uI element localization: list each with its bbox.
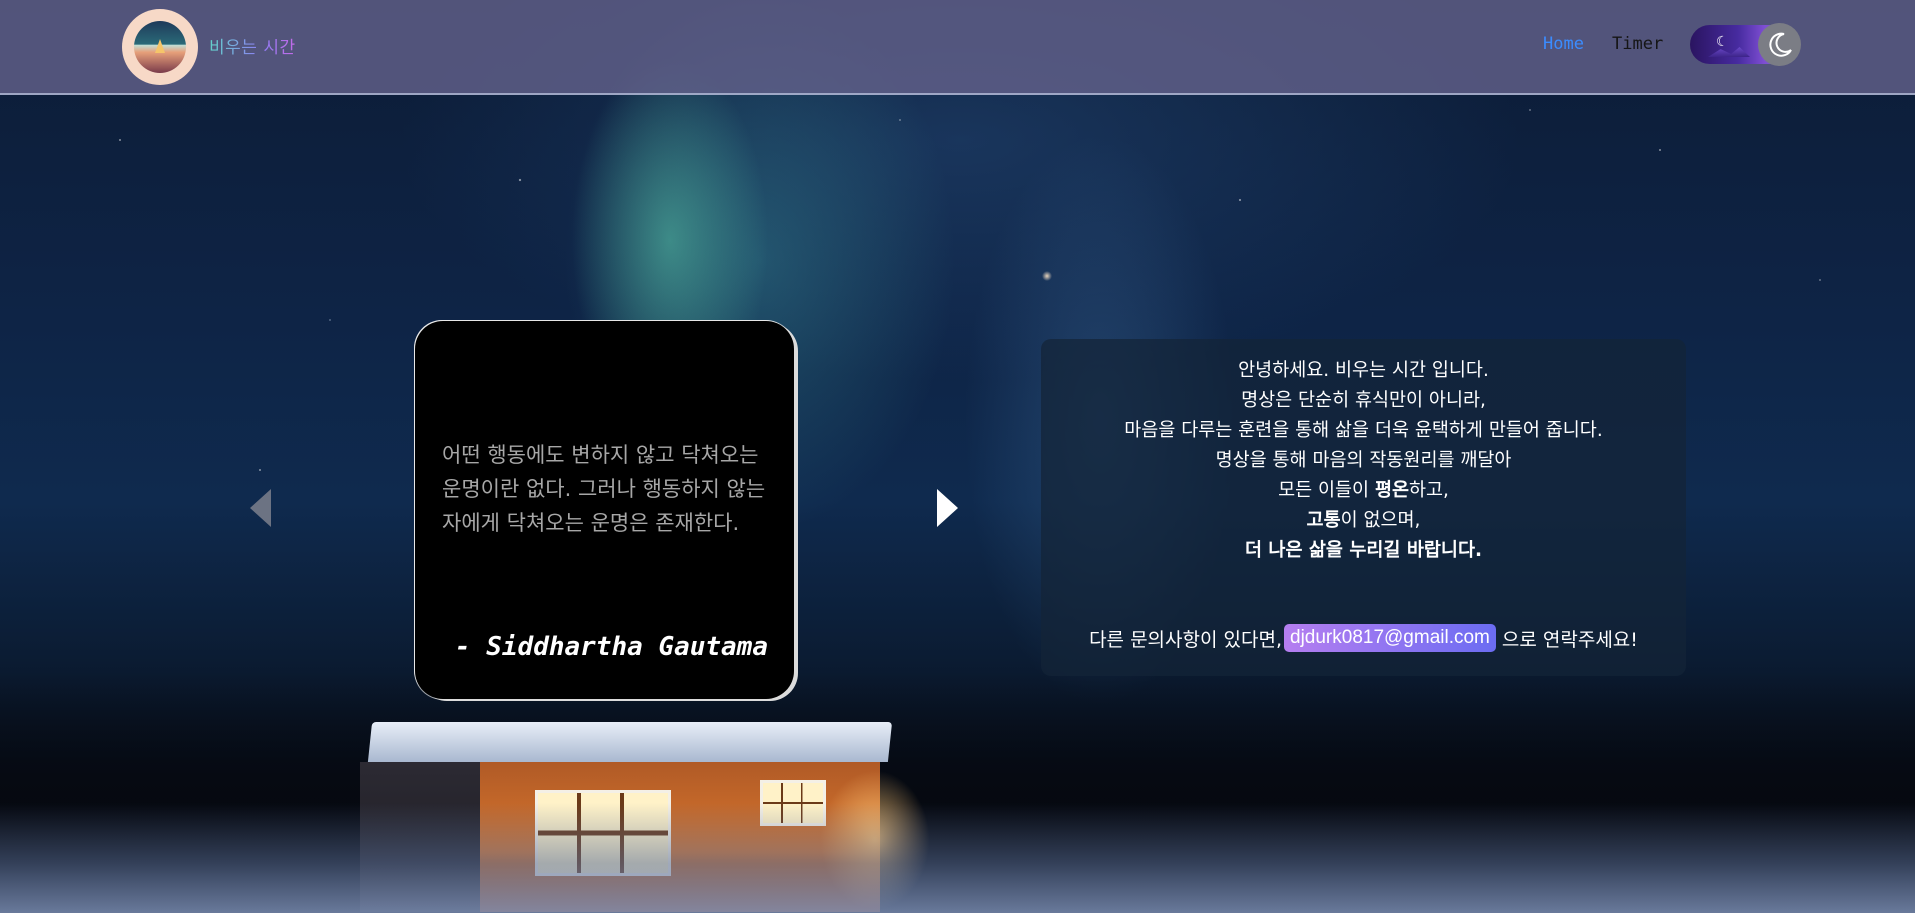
quote-author: - Siddhartha Gautama [454, 632, 768, 662]
email-link[interactable]: djdurk0817@gmail.com [1284, 624, 1496, 652]
intro-line: 모든 이들이 평온하고, [1041, 476, 1686, 506]
nav-link-home[interactable]: Home [1543, 34, 1584, 54]
intro-panel: 안녕하세요. 비우는 시간 입니다. 명상은 단순히 휴식만이 아니라, 마음을… [1041, 339, 1686, 676]
intro-emphasis: 고통 [1306, 510, 1341, 531]
theme-toggle[interactable]: ☾ [1690, 23, 1801, 66]
intro-emphasis: 더 나은 삶을 누리길 바랍니다. [1244, 540, 1483, 561]
intro-text: 이 없으며, [1340, 510, 1421, 531]
intro-line: 명상은 단순히 휴식만이 아니라, [1241, 390, 1486, 411]
intro-line: 안녕하세요. 비우는 시간 입니다. [1238, 360, 1489, 381]
intro-text: 모든 이들이 [1278, 480, 1375, 501]
contact-line: 다른 문의사항이 있다면, djdurk0817@gmail.com 으로 연락… [1041, 624, 1686, 652]
contact-text: 으로 연락주세요! [1501, 628, 1638, 651]
intro-line: 명상을 통해 마음의 작동원리를 깨달아 [1215, 450, 1512, 471]
meditation-logo-icon [134, 21, 186, 73]
carousel-prev-arrow-icon[interactable] [250, 489, 271, 527]
crescent-moon-icon: ☾ [1716, 34, 1729, 50]
cabin-roof [367, 722, 893, 762]
nav-link-timer[interactable]: Timer [1612, 34, 1663, 54]
contact-text: 다른 문의사항이 있다면, [1089, 628, 1282, 651]
intro-line: 마음을 다루는 훈련을 통해 삶을 더욱 윤택하게 만들어 줍니다. [1124, 420, 1603, 441]
carousel-next-arrow-icon[interactable] [937, 489, 958, 527]
site-logo[interactable] [122, 9, 198, 85]
moon-icon [1768, 32, 1792, 57]
quote-text: 어떤 행동에도 변하지 않고 닥쳐오는 운명이란 없다. 그러나 행동하지 않는… [442, 443, 766, 535]
brand-name[interactable]: 비우는 시간 [209, 33, 296, 58]
intro-emphasis: 평온 [1374, 480, 1409, 501]
toggle-knob [1758, 23, 1801, 66]
quote-card: 어떤 행동에도 변하지 않고 닥쳐오는 운명이란 없다. 그러나 행동하지 않는… [415, 321, 794, 699]
intro-line: 더 나은 삶을 누리길 바랍니다. [1041, 536, 1686, 566]
top-navbar: 비우는 시간 Home Timer ☾ [0, 0, 1915, 95]
intro-text: 하고, [1409, 480, 1449, 501]
background-snow [0, 803, 1915, 913]
intro-line: 고통이 없으며, [1041, 506, 1686, 536]
mountain-icon [1708, 47, 1750, 57]
